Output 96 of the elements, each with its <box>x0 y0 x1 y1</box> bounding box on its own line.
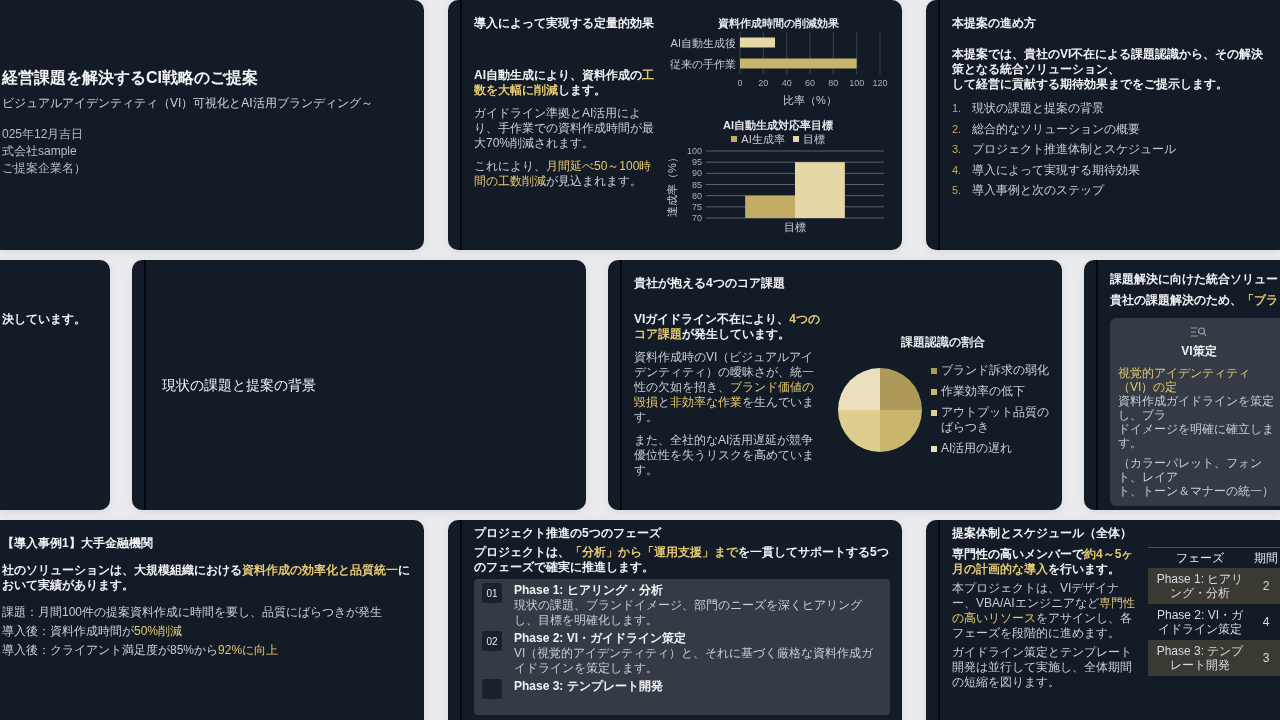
phase-title: Phase 3: テンプレート開発 <box>514 679 663 694</box>
list-number: 4. <box>952 162 963 178</box>
tick-label: 0 <box>737 78 743 88</box>
tick-label: 75 <box>692 201 702 212</box>
section-title: 現状の課題と提案の背景 <box>162 375 316 395</box>
body-text: ドイメージを明確に確立します。 <box>1118 422 1275 450</box>
list-number: 5. <box>952 183 963 198</box>
body-text: ガイドライン準拠とAI活用により、手作業での資料作成時間が最大70%削減されます。 <box>474 106 654 151</box>
table-cell-text: Phase 3: テンプレート開発 <box>1155 644 1245 672</box>
slide-title: 本提案の進め方 <box>952 16 1037 31</box>
tick-label: 100 <box>686 146 702 156</box>
meta-text: 025年12月吉日 <box>2 126 85 142</box>
search-list-icon <box>1191 326 1207 338</box>
list-item-text: 導入事例と次のステップ <box>972 183 1104 198</box>
list-number: 1. <box>952 101 963 116</box>
bullet-text: 導入後：クライアント満足度が85%から92%に向上 <box>2 643 280 658</box>
body-text: 資料作成ガイドラインを策定し、ブラ <box>1118 394 1275 422</box>
body-text: 決しています。 <box>2 312 86 326</box>
legend-label: アウトプット品質のばらつき <box>941 405 1049 435</box>
bullet-text: 導入後：資料作成時間が50%削減 <box>2 624 184 639</box>
table-cell-text: 3 <box>1261 651 1271 665</box>
legend-label: ブランド訴求の弱化 <box>941 363 1049 378</box>
body-text: また、全社的なAI活用遅延が競争優位性を失うリスクを高めています。 <box>634 432 815 478</box>
tick-label: 95 <box>692 157 702 168</box>
chart-title: 資料作成時間の削減効果 <box>717 16 839 30</box>
bullet-text: 課題：月間100件の提案資料作成に時間を要し、品質にばらつきが発生 <box>2 605 384 620</box>
slide-title: 【導入事例1】大手金融機関 <box>2 536 154 551</box>
lead-text: プロジェクトは、「分析」から「運用支援」までを一貫してサポートする5つのフェーズで確実に推進します。 <box>474 545 890 575</box>
pie-slice <box>880 367 922 410</box>
category-label: 従来の手作業 <box>670 57 736 70</box>
list-item-text: 総合的なソリューションの概要 <box>972 121 1140 137</box>
legend-label: 作業効率の低下 <box>941 384 1025 399</box>
tick-label: 40 <box>781 78 792 88</box>
phase-title: Phase 1: ヒアリング・分析 <box>514 583 664 598</box>
phase-title: Phase 2: VI・ガイドライン策定 <box>514 631 688 646</box>
chart-title: AI自動生成対応率目標 <box>723 118 833 132</box>
list-number: 2. <box>952 121 963 137</box>
body-text: これにより、月間延べ50～100時間の工数削減が見込まれます。 <box>474 159 653 189</box>
number-badge: 01 <box>482 583 502 603</box>
category-label: 目標 <box>784 221 806 233</box>
table-cell-text: 4 <box>1261 615 1271 629</box>
axis-label: 達成率（%） <box>666 152 678 217</box>
phase-description: VI（視覚的アイデンティティ）と、それに基づく厳格な資料作成ガイドラインを策定します。 <box>514 646 875 676</box>
table-header: 期間 <box>1253 550 1279 567</box>
table-header: フェーズ <box>1175 550 1225 567</box>
tick-label: 20 <box>758 78 769 88</box>
slide-subtitle: ビジュアルアイデンティティ（VI）可視化とAI活用ブランディング～ <box>2 95 374 111</box>
slide-title: 課題解決に向けた統合ソリュー <box>1110 272 1279 287</box>
list-item-text: 導入によって実現する期待効果 <box>972 162 1140 178</box>
list-number: 3. <box>952 142 963 157</box>
body-text: 視覚的アイデンティティ（VI）の定 <box>1118 366 1251 394</box>
lead-text: 本提案では、貴社のVI不在による課題認識から、その解決策となる統合ソリューション、 <box>952 47 1265 77</box>
number-badge <box>482 679 502 699</box>
axis-label: 比率（%） <box>783 94 837 106</box>
table-cell-text: Phase 1: ヒアリング・分析 <box>1155 572 1245 600</box>
tick-label: 80 <box>692 190 702 201</box>
pie-slice <box>838 367 880 410</box>
legend-label: AI活用の遅れ <box>941 441 1013 456</box>
slide-title: プロジェクト推進の5つのフェーズ <box>474 526 663 541</box>
list-item-text: 現状の課題と提案の背景 <box>972 101 1104 116</box>
list-item-text: プロジェクト推進体制とスケジュール <box>972 142 1176 157</box>
tick-label: 85 <box>692 179 702 190</box>
lead-text: 貴社の課題解決のため、「ブラ <box>1110 293 1279 308</box>
lead-text: AI自動生成により、資料作成の工数を大幅に削減します。 <box>474 68 654 98</box>
tick-label: 80 <box>828 78 839 88</box>
body-text: （カラーパレット、フォント、レイア <box>1118 456 1263 484</box>
meta-text: ご提案企業名） <box>2 160 87 176</box>
tick-label: 90 <box>692 168 702 179</box>
pie-slice <box>838 409 880 452</box>
table-cell-text: Phase 2: VI・ガイドライン策定 <box>1155 608 1244 636</box>
category-label: AI自動生成後 <box>670 36 736 49</box>
body-text: ト、トーン＆マナーの統一） <box>1118 484 1275 498</box>
tick-label: 120 <box>872 78 888 88</box>
tick-label: 100 <box>849 78 865 88</box>
table-cell-text: 2 <box>1261 579 1271 593</box>
legend-label: AI生成率 <box>741 132 785 146</box>
slide-title: 経営課題を解決するCI戦略のご提案 <box>2 67 259 88</box>
number-badge: 02 <box>482 631 502 651</box>
card-title: VI策定 <box>1181 343 1217 360</box>
lead-text: 社のソリューションは、大規模組織における資料作成の効率化と品質統一において実績があります。 <box>2 563 411 593</box>
body-text: ガイドライン策定とテンプレート開発は並行して実施し、全体期間の短縮を図ります。 <box>952 645 1133 690</box>
slide-title: 導入によって実現する定量的効果 <box>474 16 654 31</box>
body-text: 資料作成時のVI（ビジュアルアイデンティティ）の曖昧さが、統一性の欠如を招き、ブランド価値の毀損と非効率な作業を生んでいます。 <box>634 349 815 425</box>
tick-label: 60 <box>805 78 815 88</box>
chart-title: 課題認識の割合 <box>901 334 985 351</box>
phase-description: 現状の課題、ブランドイメージ、部門のニーズを深くヒアリングし、目標を明確化します。 <box>514 598 863 628</box>
slide-title: 貴社が抱える4つのコア課題 <box>634 276 786 291</box>
pie-slice <box>880 409 922 452</box>
lead-text: して経営に貢献する期待効果までをご提示します。 <box>952 77 1229 92</box>
meta-text: 式会社sample <box>2 143 78 159</box>
lead-text: VIガイドライン不在により、4つのコア課題が発生しています。 <box>634 311 822 342</box>
tick-label: 70 <box>692 213 702 223</box>
body-text: 本プロジェクトは、VIデザイナー、VBA/AIエンジニアなど専門性の高いリソースをアサインし、各フェーズを段階的に進めます。 <box>952 581 1136 641</box>
lead-text: 専門性の高いメンバーで約4～5ヶ月の計画的な導入を行います。 <box>952 547 1135 577</box>
slide-title: 提案体制とスケジュール（全体） <box>952 526 1133 541</box>
legend-label: 目標 <box>802 132 825 146</box>
